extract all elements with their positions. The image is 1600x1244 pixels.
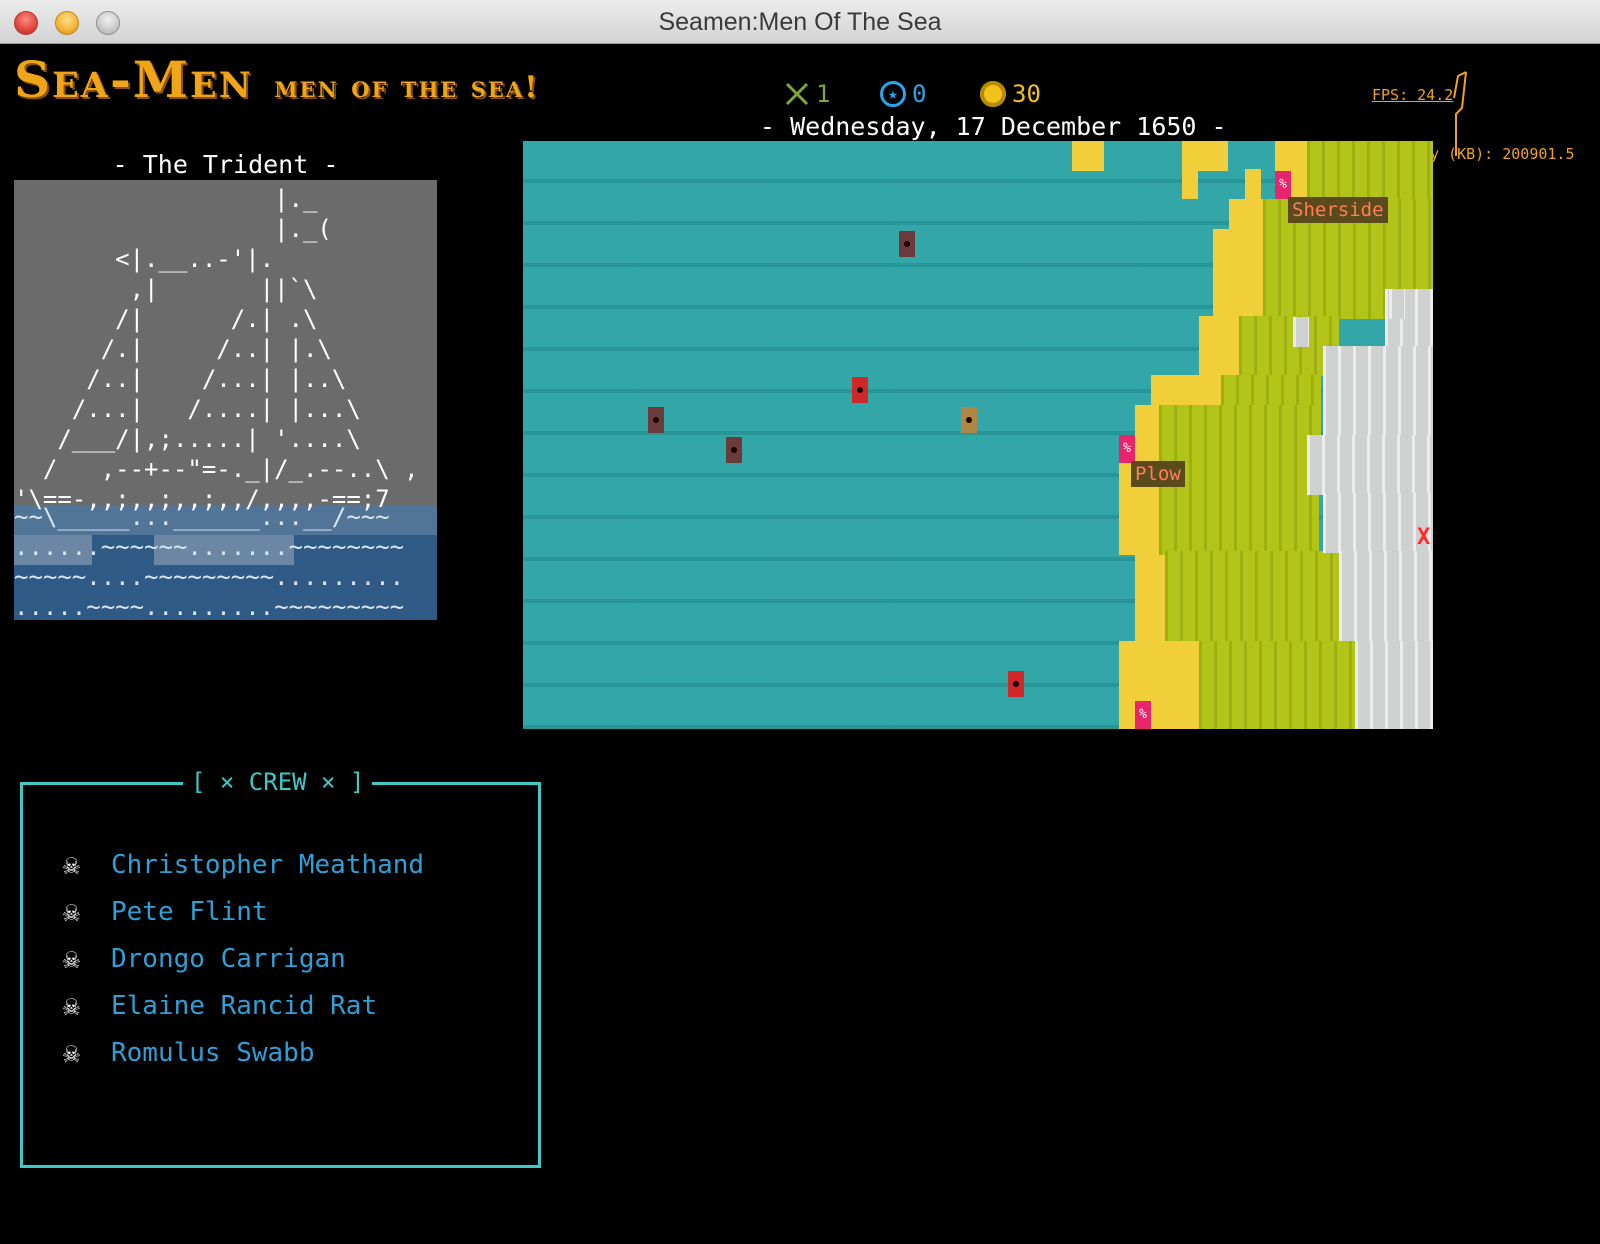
- crew-member-name: Drongo Carrigan: [111, 943, 346, 974]
- ship-marker[interactable]: [726, 437, 742, 463]
- memory-counter: y (KB): 200901.5: [1430, 145, 1575, 163]
- crew-panel-title: [ × CREW × ]: [183, 768, 373, 796]
- logo-main: Sea-Men: [14, 50, 253, 109]
- crew-member-name: Elaine Rancid Rat: [111, 990, 378, 1021]
- beach-tile: [1199, 316, 1239, 376]
- swords-value: 1: [816, 80, 831, 108]
- skull-icon: ☠: [63, 942, 80, 975]
- player-ship-marker[interactable]: [961, 407, 977, 433]
- ship-marker[interactable]: [648, 407, 664, 433]
- town-marker-plow[interactable]: %: [1119, 435, 1135, 463]
- town-label-plow[interactable]: Plow: [1131, 461, 1185, 487]
- skull-icon: ☠: [63, 895, 80, 928]
- town-marker-sherside[interactable]: %: [1275, 171, 1291, 199]
- mountain-tile: [1293, 317, 1309, 347]
- beach-tile: [1072, 141, 1104, 171]
- treasure-x-marker[interactable]: X: [1417, 525, 1430, 550]
- grass-tile: [1307, 141, 1433, 199]
- crew-member[interactable]: ☠ Drongo Carrigan: [63, 935, 424, 982]
- ship-ascii-art: |._ |._( <|.__..-'|. ,| ||`\ /| /.| .\ /…: [14, 185, 419, 513]
- reputation-value: 0: [912, 80, 927, 108]
- sea-ascii-art: ~~\_____...______...__/~~~ ......~~~~~~.…: [14, 503, 405, 620]
- crew-member[interactable]: ☠ Romulus Swabb: [63, 1029, 424, 1076]
- window-title: Seamen:Men Of The Sea: [658, 8, 942, 36]
- crew-list: ☠ Christopher Meathand ☠ Pete Flint ☠ Dr…: [63, 841, 424, 1076]
- mountain-tile: [1339, 551, 1433, 641]
- gold-coin-icon: [980, 81, 1006, 107]
- crew-panel: [ × CREW × ] ☠ Christopher Meathand ☠ Pe…: [20, 768, 541, 1168]
- crew-member-name: Christopher Meathand: [111, 849, 425, 880]
- gold-stat: 30: [980, 80, 1041, 108]
- ship-marker[interactable]: [1008, 671, 1024, 697]
- skull-icon: ☠: [63, 1036, 80, 1069]
- grass-tile: [1165, 551, 1355, 641]
- game-date: - Wednesday, 17 December 1650 -: [760, 112, 1227, 141]
- fps-counter: FPS: 24.2: [1372, 86, 1454, 104]
- beach-tile: [1245, 169, 1261, 199]
- crew-member[interactable]: ☠ Elaine Rancid Rat: [63, 982, 424, 1029]
- beach-tile: [1182, 141, 1228, 171]
- world-map[interactable]: % Sherside % Plow % X: [523, 141, 1433, 729]
- mountain-tile: [1323, 346, 1433, 436]
- ship-marker[interactable]: [899, 231, 915, 257]
- beach-tile: [1213, 229, 1263, 319]
- crew-member-name: Pete Flint: [111, 896, 268, 927]
- mountain-tile: [1307, 435, 1433, 495]
- reputation-stat: ★ 0: [880, 80, 926, 108]
- grass-tile: [1199, 641, 1359, 729]
- star-circle-icon: ★: [880, 81, 906, 107]
- mountain-tile: [1389, 289, 1405, 319]
- window-titlebar: Seamen:Men Of The Sea: [0, 0, 1600, 44]
- ship-marker[interactable]: [852, 377, 868, 403]
- logo-subtitle: men of the sea!: [274, 70, 540, 105]
- town-label-sherside[interactable]: Sherside: [1288, 197, 1388, 223]
- beach-tile: [1182, 169, 1198, 199]
- crew-member[interactable]: ☠ Christopher Meathand: [63, 841, 424, 888]
- mountain-tile: [1355, 641, 1433, 729]
- swords-stat: 1: [784, 80, 830, 108]
- skull-icon: ☠: [63, 848, 80, 881]
- crossed-swords-icon: [784, 81, 810, 107]
- ship-ascii-panel: |._ |._( <|.__..-'|. ,| ||`\ /| /.| .\ /…: [14, 180, 437, 620]
- beach-tile: [1151, 375, 1221, 405]
- crew-member[interactable]: ☠ Pete Flint: [63, 888, 424, 935]
- beach-tile: [1119, 641, 1199, 729]
- skull-icon: ☠: [63, 989, 80, 1022]
- town-marker[interactable]: %: [1135, 701, 1151, 729]
- ship-name: - The Trident -: [112, 150, 339, 179]
- crew-member-name: Romulus Swabb: [111, 1037, 315, 1068]
- gold-value: 30: [1012, 80, 1041, 108]
- beach-tile: [1135, 551, 1165, 641]
- game-logo: Sea-Men men of the sea!: [14, 50, 539, 109]
